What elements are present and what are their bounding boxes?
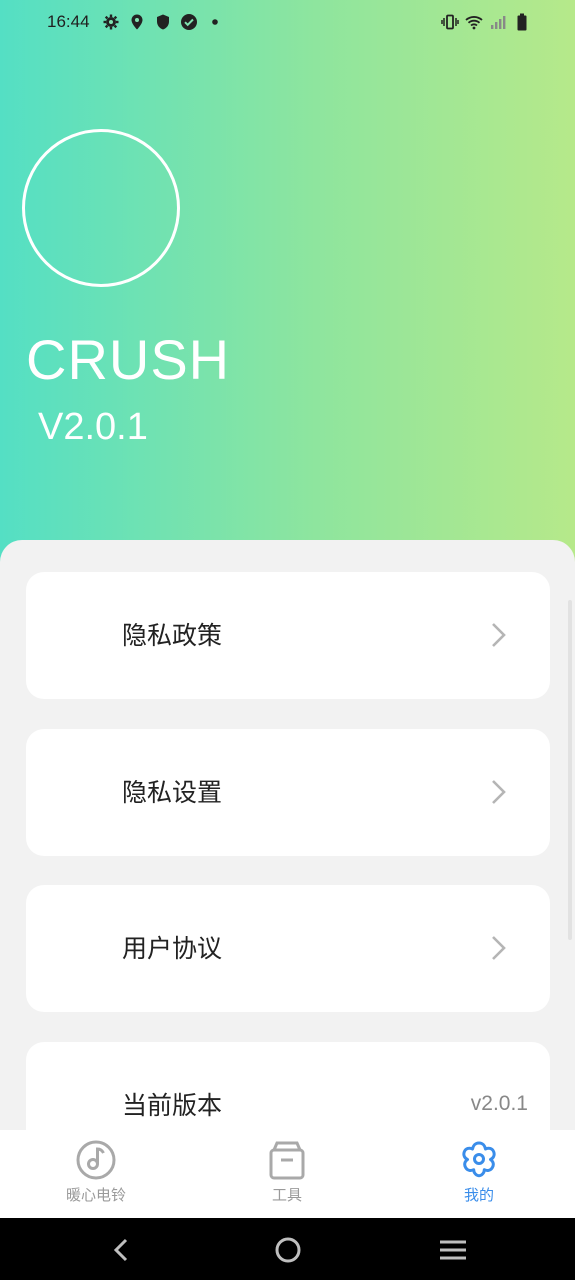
battery-icon (517, 13, 527, 31)
profile-header: 16:44 CRUSH V2.0.1 (0, 0, 575, 600)
settings-sheet: 隐私政策 隐私设置 用户协议 当前版本 v2.0.1 (0, 540, 575, 1169)
chevron-right-icon (492, 623, 506, 647)
wifi-icon (465, 16, 483, 30)
system-nav-bar (0, 1218, 575, 1280)
current-version-value: v2.0.1 (470, 1092, 528, 1115)
shield-icon (157, 14, 169, 30)
scrollbar[interactable] (568, 600, 572, 940)
tab-tools[interactable]: 工具 (217, 1130, 357, 1218)
user-agreement-item[interactable]: 用户协议 (26, 885, 550, 1012)
app-name: CRUSH (26, 328, 231, 391)
box-icon (269, 1141, 305, 1180)
chevron-right-icon (492, 780, 506, 804)
status-left-icons (102, 13, 224, 31)
tab-mine[interactable]: 我的 (409, 1130, 549, 1218)
menu-item-label: 隐私政策 (122, 621, 223, 650)
privacy-settings-item[interactable]: 隐私设置 (26, 729, 550, 856)
bottom-tab-bar: 暖心电铃 工具 我的 (0, 1130, 575, 1218)
flower-icon (462, 1141, 496, 1178)
menu-item-label: 隐私设置 (122, 778, 223, 807)
status-bar: 16:44 (0, 0, 575, 46)
status-time: 16:44 (47, 12, 90, 31)
app-version: V2.0.1 (38, 406, 148, 448)
menu-item-label: 当前版本 (122, 1091, 223, 1120)
notification-dot-icon (212, 19, 218, 25)
tab-label: 暖心电铃 (65, 1186, 126, 1204)
home-icon[interactable] (272, 1234, 304, 1266)
avatar[interactable] (22, 129, 180, 287)
chevron-right-icon (492, 936, 506, 960)
menu-icon[interactable] (437, 1234, 469, 1266)
back-icon[interactable] (106, 1234, 138, 1266)
cell-signal-icon (491, 16, 506, 29)
music-note-icon (76, 1140, 116, 1180)
gear-icon (103, 14, 119, 30)
location-pin-icon (131, 14, 143, 30)
tab-ringtone[interactable]: 暖心电铃 (26, 1130, 166, 1218)
tab-label: 我的 (463, 1186, 494, 1204)
check-circle-icon (181, 14, 197, 30)
tab-label: 工具 (271, 1186, 302, 1204)
privacy-policy-item[interactable]: 隐私政策 (26, 572, 550, 699)
menu-item-label: 用户协议 (122, 934, 223, 963)
vibrate-icon (441, 14, 459, 30)
status-right-icons (441, 13, 531, 31)
